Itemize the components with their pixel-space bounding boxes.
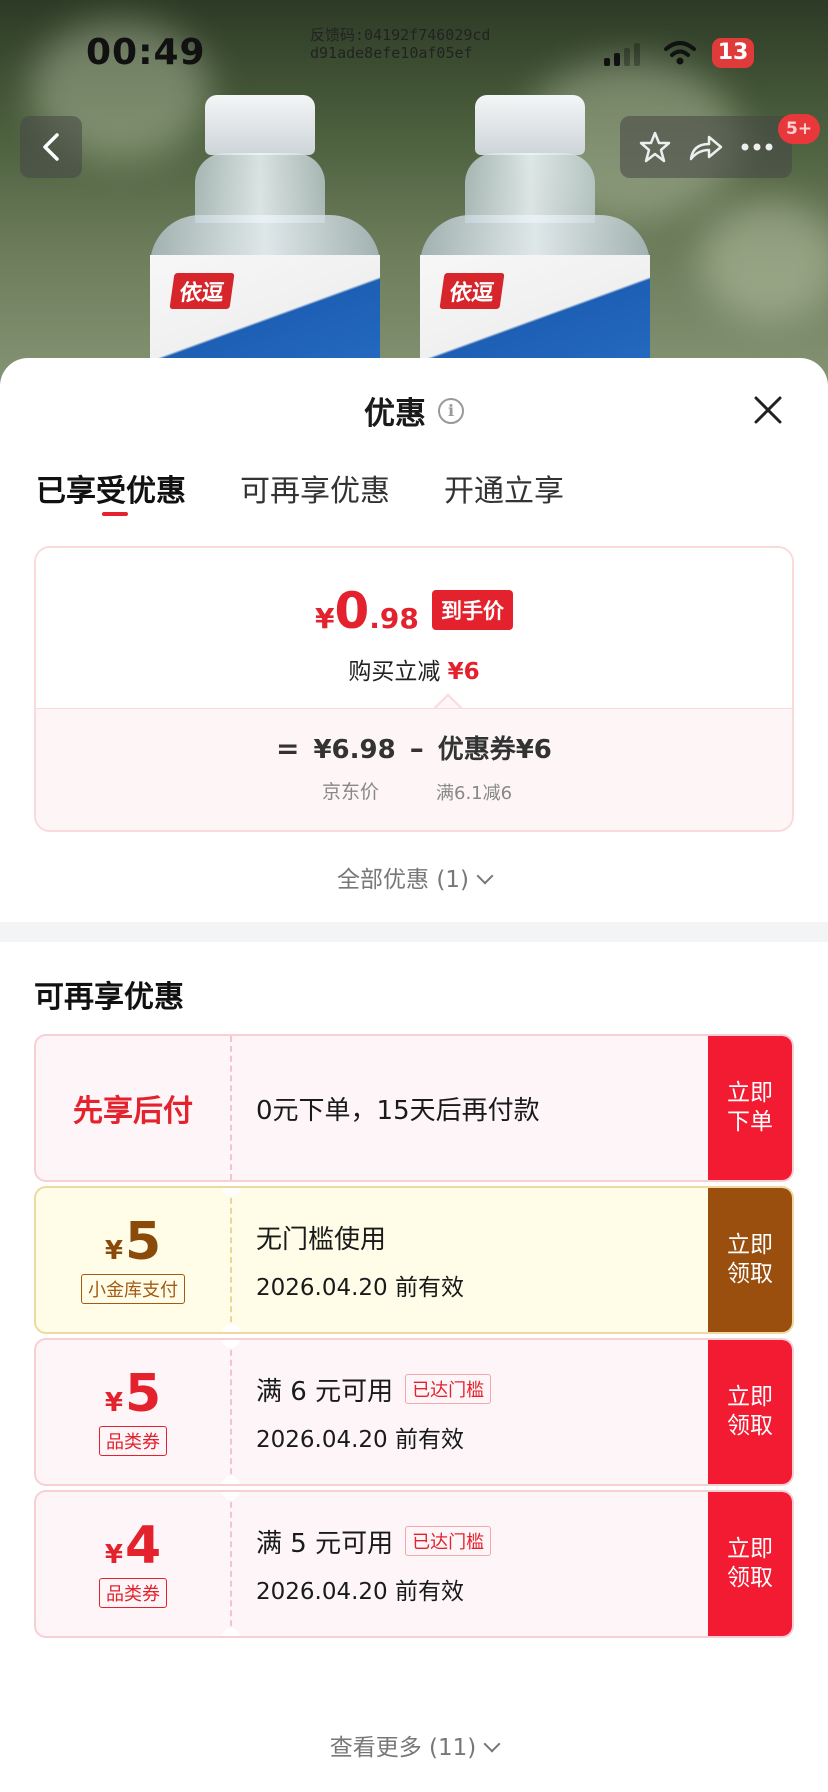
- discount-sheet: 优惠 i 已享受优惠 可再享优惠 开通立享 ¥0.98 到手价 购买立减 ¥6 …: [0, 358, 828, 1792]
- claim-button[interactable]: 立即领取: [708, 1492, 792, 1636]
- instant-reduction: 购买立减 ¥6: [348, 659, 480, 685]
- coupon-category-5: ¥5 品类券 满 6 元可用 已达门槛 2026.04.20 前有效 立即领取: [34, 1338, 794, 1486]
- section-title: 可再享优惠: [34, 980, 184, 1015]
- info-icon[interactable]: i: [438, 397, 464, 424]
- close-icon[interactable]: [752, 394, 784, 426]
- threshold-reached-badge: 已达门槛: [405, 1374, 492, 1404]
- more-icon[interactable]: [740, 142, 774, 152]
- coupon-type-tag: 品类券: [99, 1426, 167, 1456]
- chevron-down-icon: [483, 1735, 501, 1753]
- brand-logo: 依逗: [169, 273, 235, 309]
- final-price-card: ¥0.98 到手价 购买立减 ¥6 = ¥6.98 – 优惠券¥6 京东价 满6…: [34, 546, 794, 832]
- coupon-expiry: 2026.04.20 前有效: [256, 1426, 464, 1453]
- coupon-vault: ¥5 小金库支付 无门槛使用 2026.04.20 前有效 立即领取: [34, 1186, 794, 1334]
- brand-logo: 依逗: [439, 273, 505, 309]
- coupon-amount: ¥5: [104, 1212, 162, 1272]
- wifi-icon: [664, 41, 696, 65]
- coupon-expiry: 2026.04.20 前有效: [256, 1578, 464, 1605]
- threshold-reached-badge: 已达门槛: [405, 1526, 492, 1556]
- nav-actions: [620, 116, 792, 178]
- coupon-condition: 无门槛使用: [256, 1224, 387, 1255]
- coupon-type-tag: 小金库支付: [81, 1274, 185, 1304]
- final-price: ¥0.98 到手价: [36, 582, 792, 640]
- sheet-header: 优惠 i: [0, 388, 828, 433]
- claim-button[interactable]: 立即领取: [708, 1340, 792, 1484]
- coupon-amount: 优惠券¥6: [437, 735, 552, 765]
- message-badge: 5+: [778, 114, 821, 144]
- coupon-pay-later: 先享后付 0元下单，15天后再付款 立即下单: [34, 1034, 794, 1182]
- chevron-down-icon: [476, 867, 494, 885]
- coupon-condition: 满 5 元可用 已达门槛: [256, 1523, 708, 1560]
- claim-button[interactable]: 立即领取: [708, 1188, 792, 1332]
- see-more-toggle[interactable]: 查看更多 (11): [0, 1728, 828, 1762]
- chevron-left-icon: [43, 133, 59, 161]
- section-divider: [0, 922, 828, 942]
- coupon-condition: 满 6 元可用 已达门槛: [256, 1371, 708, 1408]
- pay-later-title: 先享后付: [73, 1094, 193, 1129]
- sheet-title: 优惠: [364, 396, 426, 432]
- jd-price-label: 京东价: [322, 781, 380, 803]
- final-price-tag: 到手价: [431, 590, 513, 630]
- status-time: 00:49: [86, 32, 206, 73]
- share-icon[interactable]: [688, 132, 724, 162]
- all-discounts-toggle[interactable]: 全部优惠 (1): [0, 860, 828, 894]
- feedback-code: 反馈码:04192f746029cd d91ade8efe10af05ef: [310, 26, 491, 62]
- star-icon[interactable]: [638, 130, 672, 164]
- order-now-button[interactable]: 立即下单: [708, 1036, 792, 1180]
- tab-activate[interactable]: 开通立享: [444, 466, 564, 510]
- coupon-condition: 满6.1减6: [436, 783, 513, 804]
- back-button[interactable]: [20, 116, 82, 178]
- price-formula: = ¥6.98 – 优惠券¥6 京东价 满6.1减6: [36, 708, 792, 830]
- cellular-signal-icon: [604, 42, 640, 66]
- tab-more-available[interactable]: 可再享优惠: [240, 466, 390, 510]
- battery-icon: 13: [712, 38, 754, 68]
- coupon-expiry: 2026.04.20 前有效: [256, 1274, 464, 1301]
- tab-enjoyed[interactable]: 已享受优惠: [36, 466, 186, 516]
- coupon-category-4: ¥4 品类券 满 5 元可用 已达门槛 2026.04.20 前有效 立即领取: [34, 1490, 794, 1638]
- jd-price: ¥6.98: [313, 735, 396, 765]
- discount-tabs: 已享受优惠 可再享优惠 开通立享: [36, 466, 564, 516]
- coupon-amount: ¥5: [104, 1364, 162, 1424]
- coupon-type-tag: 品类券: [99, 1578, 167, 1608]
- status-bar: 00:49 反馈码:04192f746029cd d91ade8efe10af0…: [0, 0, 828, 100]
- coupon-amount: ¥4: [104, 1516, 162, 1576]
- coupon-description: 0元下单，15天后再付款: [256, 1095, 540, 1126]
